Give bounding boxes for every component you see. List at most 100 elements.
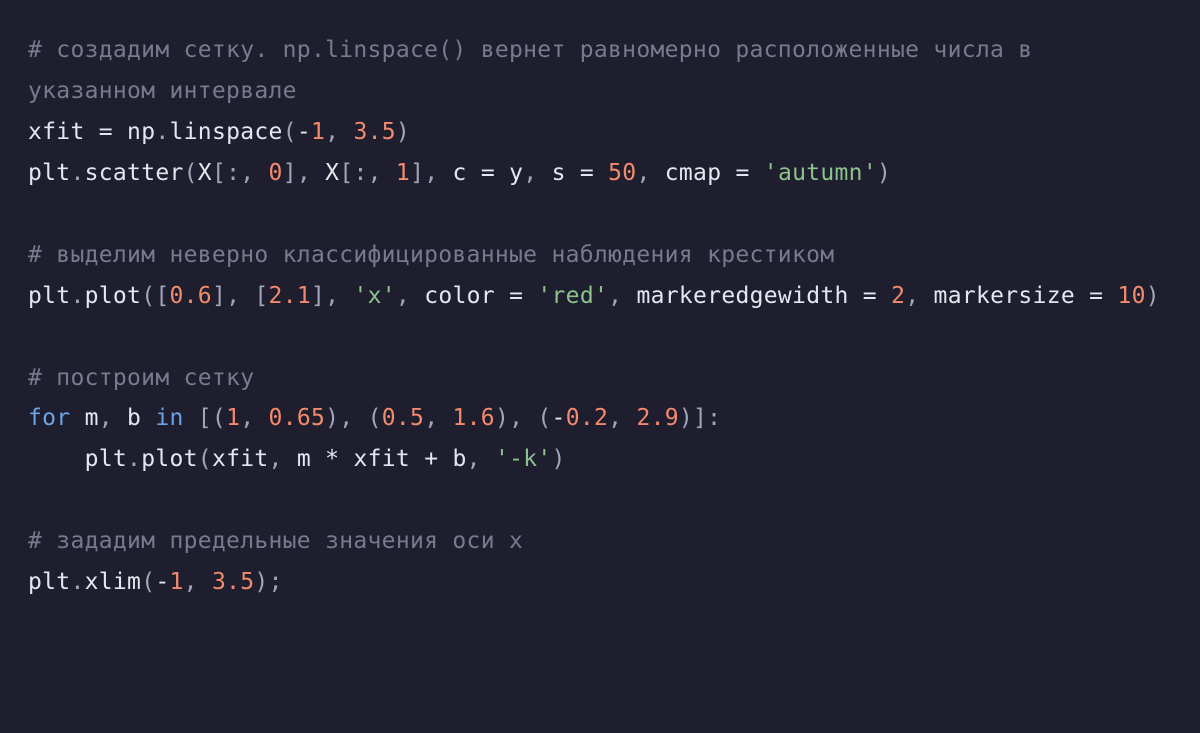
code-token: markersize <box>934 283 1090 309</box>
code-token: = <box>580 160 608 186</box>
code-token: 0.5 <box>382 405 424 431</box>
code-token: 1 <box>226 405 240 431</box>
code-token: np <box>127 119 155 145</box>
code-token: for <box>28 405 70 431</box>
code-token: linspace <box>170 119 283 145</box>
code-token: xfit <box>28 119 99 145</box>
code-token: ) <box>552 446 566 472</box>
code-token: ], <box>410 160 452 186</box>
code-token: 0.65 <box>269 405 326 431</box>
code-token: 10 <box>1117 283 1145 309</box>
code-token: [:, <box>339 160 396 186</box>
code-token: [( <box>184 405 226 431</box>
code-token: plt <box>85 446 127 472</box>
code-token: 2.9 <box>636 405 678 431</box>
code-token: 50 <box>608 160 636 186</box>
code-token: c <box>453 160 481 186</box>
code-token: 2.1 <box>269 283 311 309</box>
code-token: = <box>481 160 509 186</box>
code-token: )]: <box>679 405 721 431</box>
code-token: X <box>198 160 212 186</box>
code-token: ), ( <box>325 405 382 431</box>
code-token: ( <box>283 119 297 145</box>
code-token: = <box>99 119 127 145</box>
code-token: 2 <box>891 283 905 309</box>
code-token: ], <box>283 160 325 186</box>
code-token: ), ( <box>495 405 552 431</box>
code-block: # создадим сетку. np.linspace() вернет р… <box>0 0 1200 633</box>
code-token: , <box>608 283 636 309</box>
code-token: . <box>155 119 169 145</box>
code-token: , <box>396 283 424 309</box>
code-token: , <box>269 446 297 472</box>
code-token: , <box>608 405 636 431</box>
code-token: # зададим предельные значения оси x <box>28 528 523 554</box>
code-token: ], <box>311 283 353 309</box>
code-token: 1 <box>311 119 325 145</box>
code-token: 1 <box>396 160 410 186</box>
code-token: . <box>70 569 84 595</box>
code-token: 0.6 <box>170 283 212 309</box>
code-token: , <box>467 446 495 472</box>
code-token: 1 <box>170 569 184 595</box>
code-token: ); <box>254 569 282 595</box>
code-token: ( <box>141 569 155 595</box>
code-token: ) <box>877 160 891 186</box>
code-token: y <box>509 160 523 186</box>
code-token: * <box>325 446 353 472</box>
code-token: plt <box>28 569 70 595</box>
code-token: b <box>127 405 155 431</box>
code-token: xfit <box>212 446 269 472</box>
code-token: , <box>424 405 452 431</box>
code-token: 'x' <box>353 283 395 309</box>
code-token: # выделим неверно классифицированные наб… <box>28 242 834 268</box>
code-token: + <box>424 446 452 472</box>
code-token: , <box>240 405 268 431</box>
code-token: ( <box>184 160 198 186</box>
code-token: plot <box>85 283 142 309</box>
code-token: in <box>155 405 183 431</box>
code-token: 0 <box>269 160 283 186</box>
code-token: '-k' <box>495 446 552 472</box>
code-token: . <box>70 283 84 309</box>
code-token: , <box>905 283 933 309</box>
code-token: [:, <box>212 160 269 186</box>
code-token: cmap <box>665 160 736 186</box>
code-token: - <box>552 405 566 431</box>
code-token: , <box>325 119 353 145</box>
code-token: = <box>509 283 537 309</box>
code-token: plt <box>28 283 70 309</box>
code-token: 'autumn' <box>764 160 877 186</box>
code-token: m <box>297 446 325 472</box>
code-token: ( <box>198 446 212 472</box>
code-token: 3.5 <box>353 119 395 145</box>
code-token: , <box>523 160 551 186</box>
code-token: markeredgewidth <box>636 283 862 309</box>
code-token: = <box>1089 283 1117 309</box>
code-token: color <box>424 283 509 309</box>
code-token: 3.5 <box>212 569 254 595</box>
code-token: b <box>452 446 466 472</box>
code-token: = <box>863 283 891 309</box>
code-token: # создадим сетку. np.linspace() вернет р… <box>28 37 1047 104</box>
code-token: = <box>736 160 764 186</box>
code-token: - <box>155 569 169 595</box>
code-token: , <box>184 569 212 595</box>
code-token: 'red' <box>537 283 608 309</box>
code-token: scatter <box>85 160 184 186</box>
code-token: # построим сетку <box>28 365 254 391</box>
code-token: . <box>70 160 84 186</box>
code-token: ], [ <box>212 283 269 309</box>
code-token: . <box>127 446 141 472</box>
code-token: plot <box>141 446 198 472</box>
code-token: 1.6 <box>452 405 494 431</box>
code-token: xfit <box>353 446 424 472</box>
code-token: ) <box>396 119 410 145</box>
code-token: , <box>99 405 127 431</box>
code-token: 0.2 <box>566 405 608 431</box>
code-token: s <box>552 160 580 186</box>
code-token: plt <box>28 160 70 186</box>
code-token: m <box>70 405 98 431</box>
code-token: X <box>325 160 339 186</box>
code-token: ) <box>1146 283 1160 309</box>
